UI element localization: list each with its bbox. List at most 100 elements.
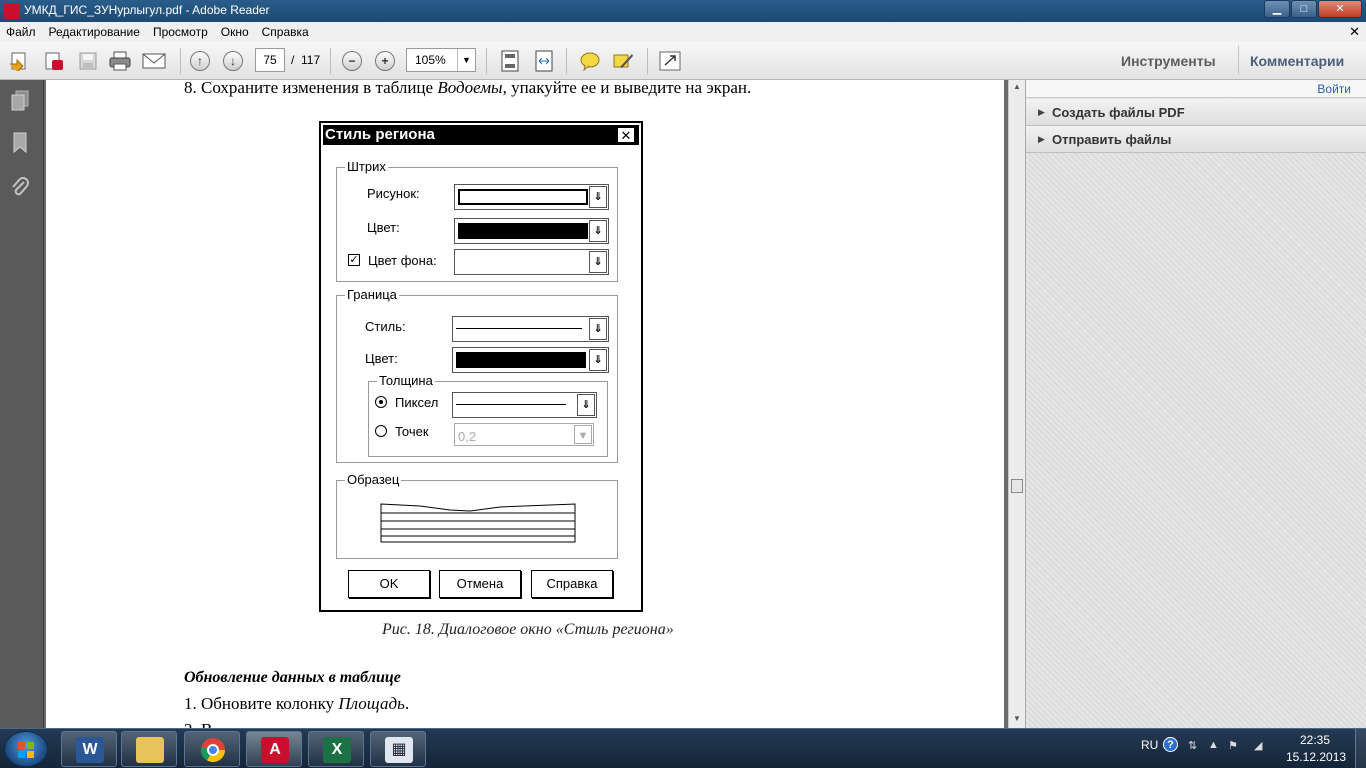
region-style-dialog-figure: Стиль региона ✕ Штрих Рисунок: ⇓ Цвет: ⇓… bbox=[319, 121, 643, 612]
menu-file[interactable]: Файл bbox=[6, 25, 36, 39]
send-files-section[interactable]: ▶ Отправить файлы bbox=[1026, 126, 1366, 153]
arrow-up-icon: ↑ bbox=[190, 51, 210, 71]
pixel-label: Пиксел bbox=[395, 395, 439, 410]
maximize-button[interactable]: □ bbox=[1291, 0, 1317, 18]
action-center-flag-icon[interactable]: ⚑ bbox=[1228, 739, 1238, 752]
scroll-thumb[interactable] bbox=[1011, 479, 1023, 493]
style-combo: ⇓ bbox=[452, 316, 609, 342]
fit-page-icon[interactable] bbox=[498, 50, 522, 72]
folder-icon bbox=[136, 737, 164, 763]
next-page-button[interactable]: ↓ bbox=[221, 50, 245, 72]
document-view[interactable]: 8. Сохраните изменения в таблице Водоемы… bbox=[44, 80, 1010, 728]
border-color-swatch bbox=[456, 352, 586, 368]
open-file-icon[interactable] bbox=[8, 50, 32, 72]
menu-help[interactable]: Справка bbox=[262, 25, 309, 39]
taskbar-explorer[interactable] bbox=[121, 731, 177, 767]
zoom-in-button[interactable]: + bbox=[373, 50, 397, 72]
page-thumbnails-icon[interactable] bbox=[10, 90, 30, 112]
send-files-label: Отправить файлы bbox=[1052, 132, 1172, 147]
figure-caption: Рис. 18. Диалоговое окно «Стиль региона» bbox=[382, 621, 674, 638]
volume-tray-icon[interactable]: ◢ bbox=[1254, 739, 1262, 752]
highlight-text-icon[interactable] bbox=[611, 50, 635, 72]
toolbar-separator bbox=[330, 48, 331, 74]
create-pdf-label: Создать файлы PDF bbox=[1052, 105, 1185, 120]
taskbar-excel[interactable]: X bbox=[308, 731, 364, 767]
document-scrollbar[interactable]: ▲ ▼ bbox=[1008, 80, 1025, 728]
color-label: Цвет: bbox=[367, 220, 400, 235]
sample-preview bbox=[380, 501, 576, 543]
previous-page-button[interactable]: ↑ bbox=[188, 50, 212, 72]
start-button[interactable] bbox=[4, 731, 48, 767]
scroll-down-icon[interactable]: ▼ bbox=[1009, 712, 1025, 726]
window-controls: ▁ □ ✕ bbox=[1263, 0, 1362, 18]
toolbar-separator bbox=[180, 48, 181, 74]
line-style-swatch bbox=[456, 328, 582, 329]
print-icon[interactable] bbox=[108, 50, 132, 72]
paragraph-step-1: 1. Обновите колонку Площадь. bbox=[184, 694, 410, 713]
window-titlebar: УМКД_ГИС_ЗУНурлыгул.pdf - Adobe Reader ▁… bbox=[0, 0, 1366, 22]
dropdown-arrow-icon: ⇓ bbox=[577, 394, 595, 416]
close-button[interactable]: ✕ bbox=[1318, 0, 1362, 18]
pixel-radio bbox=[375, 396, 387, 408]
attachments-icon[interactable] bbox=[10, 176, 30, 198]
help-tray-icon[interactable]: ? bbox=[1163, 737, 1178, 752]
taskbar-chrome[interactable] bbox=[184, 731, 240, 767]
full-screen-icon[interactable] bbox=[658, 50, 682, 72]
save-icon[interactable] bbox=[76, 50, 100, 72]
points-radio bbox=[375, 425, 387, 437]
taskbar-calculator[interactable]: ▦ bbox=[370, 731, 426, 767]
minus-icon: − bbox=[342, 51, 362, 71]
color-combo: ⇓ bbox=[454, 218, 609, 244]
chrome-icon bbox=[201, 738, 225, 763]
bookmarks-icon[interactable] bbox=[10, 132, 30, 154]
dropdown-arrow-icon: ⇓ bbox=[589, 186, 607, 208]
menu-view[interactable]: Просмотр bbox=[153, 25, 208, 39]
acrobat-icon: A bbox=[261, 737, 289, 763]
create-pdf-section[interactable]: ▶ Создать файлы PDF bbox=[1026, 99, 1366, 126]
border-group-title: Граница bbox=[345, 287, 399, 302]
page-number-input[interactable]: 75 bbox=[255, 48, 285, 72]
border-color-combo: ⇓ bbox=[452, 347, 609, 373]
show-desktop-button[interactable] bbox=[1355, 729, 1366, 768]
calculator-icon: ▦ bbox=[385, 737, 413, 763]
pattern-combo: ⇓ bbox=[454, 184, 609, 210]
network-tray-icon[interactable]: ⇅ bbox=[1188, 739, 1197, 752]
arrow-down-icon: ↓ bbox=[223, 51, 243, 71]
windows-logo-icon bbox=[18, 742, 34, 758]
color-swatch bbox=[458, 223, 588, 239]
menu-edit[interactable]: Редактирование bbox=[49, 25, 140, 39]
minimize-button[interactable]: ▁ bbox=[1264, 0, 1290, 18]
zoom-select[interactable]: 105% ▼ bbox=[406, 48, 476, 72]
expand-triangle-icon: ▶ bbox=[1038, 107, 1045, 117]
pane-links-divider bbox=[1238, 46, 1239, 74]
menu-bar: Файл Редактирование Просмотр Окно Справк… bbox=[0, 22, 1366, 42]
menu-window[interactable]: Окно bbox=[221, 25, 249, 39]
show-hidden-icons-icon[interactable]: ▲ bbox=[1208, 739, 1219, 751]
fit-width-icon[interactable] bbox=[532, 50, 556, 72]
zoom-out-button[interactable]: − bbox=[340, 50, 364, 72]
close-document-icon[interactable]: ✕ bbox=[1349, 24, 1360, 40]
sign-in-link[interactable]: Войти bbox=[1317, 82, 1351, 96]
clock-date[interactable]: 15.12.2013 bbox=[1286, 750, 1346, 764]
tools-pane-link[interactable]: Инструменты bbox=[1121, 53, 1216, 69]
navigation-pane bbox=[0, 80, 44, 728]
comments-pane-link[interactable]: Комментарии bbox=[1250, 53, 1344, 69]
chevron-down-icon[interactable]: ▼ bbox=[457, 49, 475, 71]
email-icon[interactable] bbox=[142, 50, 166, 72]
dropdown-arrow-icon: ⇓ bbox=[589, 349, 607, 371]
excel-icon: X bbox=[323, 737, 351, 763]
clock-time[interactable]: 22:35 bbox=[1300, 733, 1330, 747]
scroll-up-icon[interactable]: ▲ bbox=[1009, 80, 1025, 94]
border-color-label: Цвет: bbox=[365, 351, 398, 366]
dialog-title: Стиль региона ✕ bbox=[323, 125, 639, 145]
pattern-swatch bbox=[458, 189, 588, 205]
ok-button: OK bbox=[348, 570, 430, 598]
sticky-note-icon[interactable] bbox=[578, 50, 602, 72]
taskbar-adobe-reader[interactable]: A bbox=[246, 731, 302, 767]
create-pdf-icon[interactable] bbox=[42, 50, 66, 72]
zoom-value: 105% bbox=[415, 53, 446, 67]
language-indicator[interactable]: RU bbox=[1141, 738, 1158, 752]
taskbar: W A X ▦ bbox=[0, 728, 1366, 768]
word-icon: W bbox=[76, 737, 104, 763]
taskbar-word[interactable]: W bbox=[61, 731, 117, 767]
